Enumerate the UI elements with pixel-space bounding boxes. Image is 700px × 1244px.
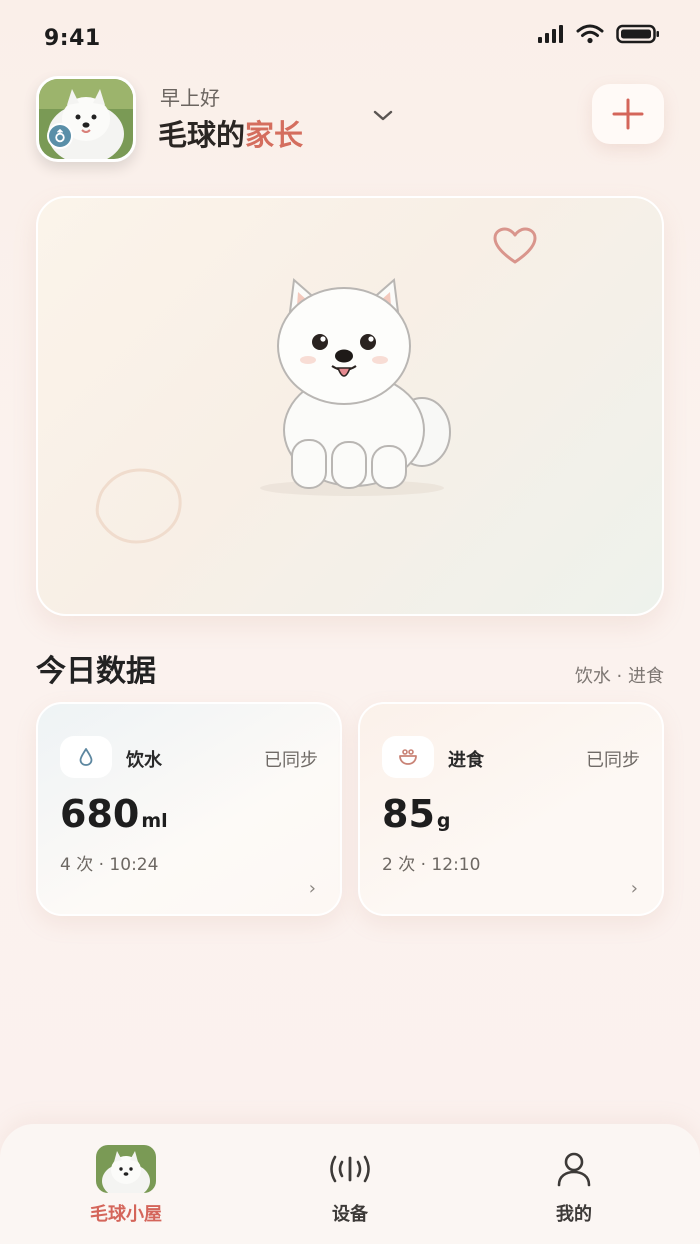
owner-name-accent: 家长 [245, 118, 304, 152]
card-label: 进食 [448, 750, 484, 771]
add-button[interactable] [592, 84, 664, 144]
chevron-right-icon[interactable]: › [631, 878, 638, 899]
card-value: 680 ml [60, 792, 168, 836]
device-signal-icon [330, 1155, 370, 1183]
water-card[interactable]: 饮水 已同步 680 ml 4 次 · 10:24 › [36, 702, 342, 916]
gender-badge-icon [47, 123, 73, 149]
water-drop-icon [60, 736, 112, 778]
food-bowl-icon [382, 736, 434, 778]
tab-label: 设备 [332, 1204, 368, 1225]
status-icons [538, 24, 660, 44]
sync-status: 已同步 [586, 750, 640, 771]
tab-bar: 毛球小屋 设备 我的 [0, 1124, 700, 1244]
card-value: 85 g [382, 792, 451, 836]
card-label: 饮水 [126, 750, 162, 771]
value-unit: g [436, 810, 451, 832]
wifi-icon [576, 24, 604, 44]
heart-icon[interactable] [492, 226, 538, 266]
section-title: 今日数据 [36, 654, 156, 689]
value-number: 85 [382, 792, 435, 836]
tab-label: 毛球小屋 [90, 1204, 162, 1225]
pet-avatar [56, 1142, 196, 1196]
tab-device[interactable]: 设备 [280, 1142, 420, 1238]
food-card[interactable]: 进食 已同步 85 g 2 次 · 12:10 › [358, 702, 664, 916]
value-unit: ml [141, 810, 168, 832]
user-icon [557, 1152, 591, 1187]
tab-mine[interactable]: 我的 [504, 1142, 644, 1238]
cellular-signal-icon [538, 25, 563, 43]
greeting-text: 早上好 [160, 86, 220, 110]
pet-hero-card[interactable] [36, 196, 664, 616]
owner-name-prefix: 毛球的 [158, 118, 246, 152]
battery-icon [616, 24, 659, 44]
plus-icon [612, 98, 644, 130]
owner-name: 毛球的家长 [158, 112, 303, 154]
card-meta: 4 次 · 10:24 [60, 855, 159, 875]
tab-label: 我的 [556, 1204, 592, 1225]
value-number: 680 [60, 792, 140, 836]
section-subtitle: 饮水 · 进食 [574, 666, 664, 687]
chevron-right-icon[interactable]: › [309, 878, 316, 899]
bubble-decoration-icon [95, 468, 182, 544]
pet-avatar[interactable] [36, 76, 136, 162]
card-meta: 2 次 · 12:10 [382, 855, 481, 875]
tab-pet-home[interactable]: 毛球小屋 [56, 1142, 196, 1238]
chevron-down-icon[interactable] [370, 104, 396, 126]
sync-status: 已同步 [264, 750, 318, 771]
status-bar: 9:41 [0, 0, 700, 70]
samoyed-illustration [260, 278, 451, 496]
status-time: 9:41 [44, 26, 101, 51]
